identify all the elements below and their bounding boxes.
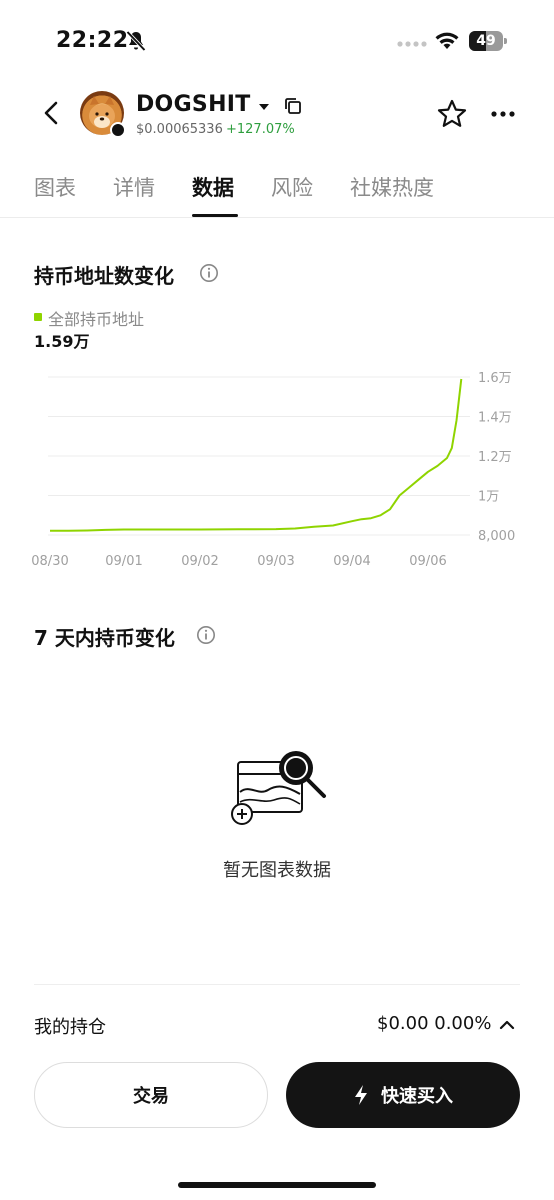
x-tick-label: 09/04 — [333, 554, 370, 569]
series-line-all-holders — [50, 378, 463, 532]
trade-button[interactable]: 交易 — [34, 1062, 268, 1128]
tab-social[interactable]: 社媒热度 — [350, 172, 434, 202]
y-tick-label: 8,000 — [478, 529, 515, 544]
chain-badge-icon — [110, 122, 126, 138]
tab-data[interactable]: 数据 — [192, 172, 234, 202]
tab-risk[interactable]: 风险 — [271, 172, 313, 202]
empty-state-text: 暂无图表数据 — [223, 860, 331, 881]
price-change: +127.07% — [226, 122, 295, 137]
chevron-up-icon[interactable] — [498, 1018, 516, 1032]
x-tick-label: 09/02 — [181, 554, 218, 569]
holders-current-value: 1.59万 — [34, 332, 90, 351]
token-name[interactable]: DOGSHIT — [136, 92, 251, 117]
tab-indicator — [192, 214, 238, 217]
tab-bar: 图表 详情 数据 风险 社媒热度 — [0, 160, 554, 218]
battery-icon: 49 — [469, 31, 507, 51]
quick-buy-button[interactable]: 快速买入 — [286, 1062, 520, 1128]
back-arrow-icon[interactable] — [38, 98, 66, 128]
y-tick-label: 1.4万 — [478, 411, 512, 426]
more-icon[interactable] — [490, 110, 516, 118]
token-header: DOGSHIT $0.00065336 +127.07% — [0, 80, 554, 148]
y-tick-label: 1万 — [478, 490, 499, 505]
x-tick-label: 09/03 — [257, 554, 294, 569]
legend-swatch — [34, 313, 42, 321]
home-indicator — [178, 1182, 376, 1188]
y-tick-label: 1.2万 — [478, 450, 512, 465]
holdings-value: $0.00 0.00% — [377, 1013, 492, 1034]
battery-percent: 49 — [476, 33, 496, 49]
tab-chart[interactable]: 图表 — [34, 172, 76, 202]
legend-label: 全部持币地址 — [48, 310, 145, 329]
tab-details[interactable]: 详情 — [113, 172, 155, 202]
x-tick-label: 09/01 — [105, 554, 142, 569]
holders-line-chart[interactable]: 1.6万 1.4万 1.2万 1万 8,000 08/30 09/01 09/02 09/03… — [0, 360, 554, 580]
status-time: 22:22 — [56, 28, 129, 53]
x-tick-label: 08/30 — [31, 554, 68, 569]
quick-buy-label: 快速买入 — [381, 1086, 453, 1107]
star-icon[interactable] — [436, 98, 468, 130]
copy-icon[interactable] — [283, 96, 303, 116]
lightning-icon — [355, 1085, 367, 1105]
info-icon[interactable] — [199, 263, 219, 283]
signal-icon — [397, 41, 427, 47]
holders-title: 持币地址数变化 — [34, 264, 174, 288]
seven-day-title: 7 天内持币变化 — [34, 626, 175, 650]
caret-down-icon[interactable] — [258, 102, 270, 112]
y-tick-label: 1.6万 — [478, 371, 512, 386]
empty-chart-icon — [231, 751, 326, 825]
holdings-label: 我的持仓 — [34, 1017, 106, 1038]
bell-slash-icon — [126, 30, 146, 52]
status-bar: 22:22 49 — [0, 0, 554, 80]
wifi-icon — [435, 32, 459, 49]
info-icon[interactable] — [196, 625, 216, 645]
token-price: $0.00065336 — [136, 122, 223, 137]
divider — [34, 984, 520, 985]
x-tick-label: 09/06 — [409, 554, 446, 569]
